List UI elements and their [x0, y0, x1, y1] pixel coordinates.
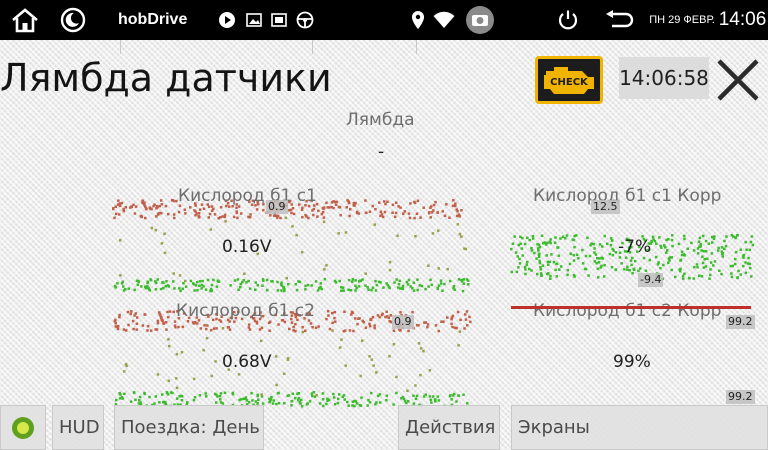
- o2-b1s1-mid-points: [119, 216, 468, 283]
- o2-b1s1-trim-label: Кислород б1 с1 Корр: [533, 186, 722, 206]
- trip-button[interactable]: Поездка: День: [114, 405, 264, 450]
- o2-b1s1-trim-bottom: -9.4: [638, 273, 664, 287]
- o2-b1s1-value: 0.16V: [222, 237, 272, 257]
- o2-b1s2-marker: 0.9: [392, 315, 414, 329]
- o2-b1s1-marker: 0.9: [266, 200, 288, 214]
- o2-b1s2-label: Кислород б1 с2: [176, 301, 315, 321]
- o2-b1s1-label: Кислород б1 с1: [178, 186, 317, 206]
- actions-button[interactable]: Действия: [398, 405, 500, 450]
- o2-b1s1-trim-top: 12.5: [591, 200, 620, 214]
- status-indicator-button[interactable]: [0, 405, 46, 450]
- scatter-plots: [112, 199, 755, 408]
- hud-button[interactable]: HUD: [52, 405, 104, 450]
- trim-alert-line: [511, 306, 751, 309]
- o2-b1s2-mid-points: [123, 327, 462, 397]
- o2-b1s2-trim-bottom: 99.2: [726, 390, 755, 404]
- status-dot-icon: [12, 416, 34, 439]
- o2-b1s2-trim-value: 99%: [613, 352, 651, 372]
- o2-b1s1-low-points: [113, 278, 470, 293]
- o2-b1s2-value: 0.68V: [222, 352, 272, 372]
- o2-b1s2-trim-top: 99.2: [726, 315, 755, 329]
- o2-b1s1-trim-value: -7%: [618, 237, 652, 257]
- o2-b1s2-trim-label: Кислород б1 с2 Корр: [533, 301, 722, 321]
- screens-button[interactable]: Экраны: [511, 405, 768, 450]
